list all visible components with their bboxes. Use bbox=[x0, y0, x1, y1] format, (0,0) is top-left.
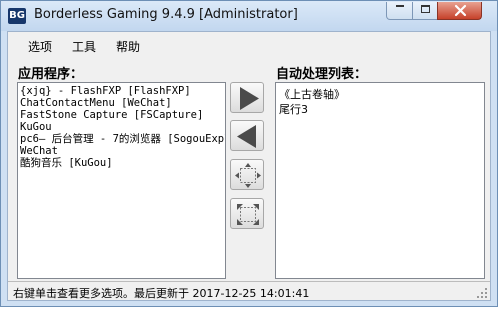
minimize-icon bbox=[396, 5, 404, 7]
auto-list[interactable]: 《上古卷轴》 尾行3 bbox=[275, 82, 485, 279]
list-item[interactable]: 《上古卷轴》 bbox=[276, 87, 484, 102]
client-area: 选项 工具 帮助 应用程序： {xjq} - FlashFXP [FlashFX… bbox=[7, 31, 491, 301]
resize-grip-icon[interactable] bbox=[477, 288, 488, 299]
menu-help[interactable]: 帮助 bbox=[116, 38, 140, 55]
menu-options[interactable]: 选项 bbox=[28, 38, 52, 55]
menu-tools[interactable]: 工具 bbox=[72, 38, 96, 55]
maximize-icon bbox=[421, 5, 430, 13]
remove-from-auto-list-button[interactable] bbox=[230, 120, 264, 151]
list-item[interactable]: WeChat bbox=[18, 145, 225, 157]
status-bar: 右键单击查看更多选项。最后更新于 2017-12-25 14:01:41 bbox=[8, 281, 490, 301]
list-item[interactable]: {xjq} - FlashFXP [FlashFXP] bbox=[18, 85, 225, 97]
applications-label: 应用程序： bbox=[18, 67, 84, 82]
make-borderless-button[interactable] bbox=[230, 159, 264, 190]
list-item[interactable]: ChatContactMenu [WeChat] bbox=[18, 97, 225, 109]
maximize-button[interactable] bbox=[412, 2, 438, 20]
status-text: 右键单击查看更多选项。最后更新于 2017-12-25 14:01:41 bbox=[13, 287, 310, 300]
main-window: BG Borderless Gaming 9.4.9 [Administrato… bbox=[0, 0, 498, 307]
window-title: Borderless Gaming 9.4.9 [Administrator] bbox=[34, 7, 298, 22]
list-item[interactable]: 酷狗音乐 [KuGou] bbox=[18, 157, 225, 169]
list-item[interactable]: KuGou bbox=[18, 121, 225, 133]
minimize-button[interactable] bbox=[386, 2, 413, 20]
close-button[interactable] bbox=[437, 2, 482, 20]
title-bar[interactable]: BG Borderless Gaming 9.4.9 [Administrato… bbox=[1, 1, 497, 31]
make-borderless-icon bbox=[235, 163, 261, 188]
list-item[interactable]: pc6— 后台管理 - 7的浏览器 [SogouExplorer] bbox=[18, 133, 225, 145]
arrow-left-icon bbox=[237, 125, 256, 148]
arrow-right-icon bbox=[240, 87, 259, 110]
add-to-auto-list-button[interactable] bbox=[230, 82, 264, 113]
list-item[interactable]: 尾行3 bbox=[276, 102, 484, 117]
close-icon bbox=[454, 4, 467, 17]
menu-bar: 选项 工具 帮助 bbox=[8, 32, 490, 58]
restore-window-button[interactable] bbox=[230, 198, 264, 229]
list-item[interactable]: FastStone Capture [FSCapture] bbox=[18, 109, 225, 121]
restore-window-icon bbox=[237, 204, 259, 225]
applications-list[interactable]: {xjq} - FlashFXP [FlashFXP] ChatContactM… bbox=[17, 82, 226, 279]
auto-list-label: 自动处理列表： bbox=[276, 67, 368, 82]
app-icon: BG bbox=[8, 8, 26, 24]
